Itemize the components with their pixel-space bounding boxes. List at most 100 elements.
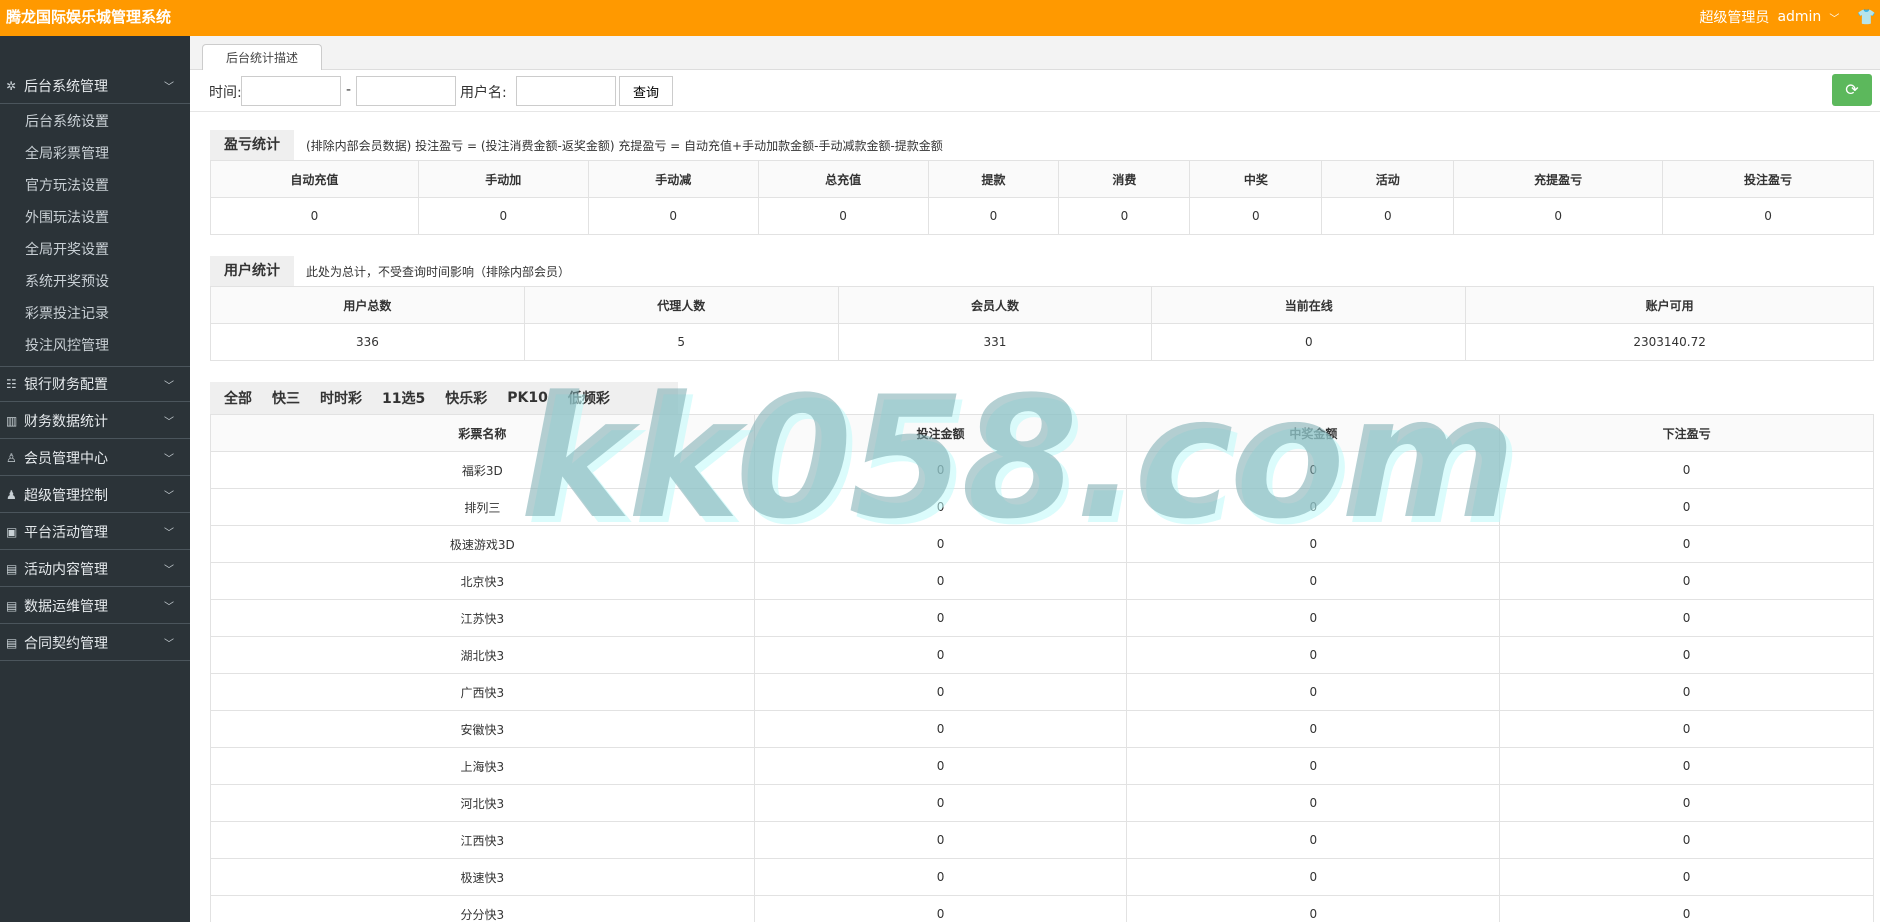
table-cell: 0 [753, 525, 1128, 563]
table-row: 分分快3 0 0 0 [210, 895, 1874, 922]
table-cell: 0 [1499, 599, 1874, 637]
tab-pk10[interactable]: PK10 [507, 390, 548, 406]
chevron-down-icon: ﹀ [164, 565, 174, 576]
tab-11x5[interactable]: 11选5 [382, 388, 425, 408]
username-input[interactable] [516, 76, 616, 106]
table-row: 0 0 0 0 0 0 0 0 0 0 [210, 197, 1874, 235]
sidebar-group-bank[interactable]: ☷ 银行财务配置 ﹀ [0, 366, 190, 402]
table-cell: 安徽快3 [210, 710, 755, 748]
table-cell: 0 [753, 673, 1128, 711]
sidebar-group-label: 合同契约管理 [24, 635, 108, 652]
table-cell: 0 [1126, 673, 1501, 711]
sidebar-group-system[interactable]: ✲ 后台系统管理 ﹀ [0, 68, 190, 104]
table-cell: 福彩3D [210, 451, 755, 489]
shirt-icon[interactable]: 👕 [1857, 8, 1876, 26]
table-cell: 0 [753, 747, 1128, 785]
table-cell: 广西快3 [210, 673, 755, 711]
table-row: 福彩3D 0 0 0 [210, 451, 1874, 489]
user-icon: ♙ [6, 450, 17, 465]
table-cell: 湖北快3 [210, 636, 755, 674]
table-cell: 0 [1126, 488, 1501, 526]
tab-bar: 后台统计描述 [190, 36, 1880, 71]
table-row: 北京快3 0 0 0 [210, 562, 1874, 600]
sidebar-item-risk-control[interactable]: 投注风控管理 [25, 330, 109, 362]
table-cell: 0 [210, 197, 419, 235]
gear-icon: ✲ [6, 78, 17, 93]
tab-stats-overview[interactable]: 后台统计描述 [202, 44, 322, 71]
table-row: 江苏快3 0 0 0 [210, 599, 1874, 637]
sidebar-item-bet-records[interactable]: 彩票投注记录 [25, 298, 109, 330]
table-row: 湖北快3 0 0 0 [210, 636, 1874, 674]
column-header: 用户总数 [210, 286, 525, 324]
user-menu[interactable]: 超级管理员 admin ﹀ 👕 [1699, 7, 1876, 27]
table-row: 上海快3 0 0 0 [210, 747, 1874, 785]
users-section-header: 用户统计 此处为总计，不受查询时间影响（排除内部会员） [210, 256, 570, 286]
chevron-down-icon: ﹀ [164, 82, 174, 93]
sidebar-item-draw-settings[interactable]: 全局开奖设置 [25, 234, 109, 266]
column-header: 下注盈亏 [1499, 414, 1874, 452]
column-header: 当前在线 [1151, 286, 1467, 324]
table-cell: 0 [1126, 451, 1501, 489]
refresh-button[interactable]: ⟳ [1832, 74, 1872, 106]
column-header: 投注金额 [753, 414, 1128, 452]
table-cell: 0 [1126, 747, 1501, 785]
table-header-row: 彩票名称 投注金额 中奖金额 下注盈亏 [210, 414, 1874, 452]
profit-section-note: (排除内部会员数据) 投注盈亏 = (投注消费金额-返奖金额) 充提盈亏 = 自… [306, 138, 943, 153]
filter-bar: 时间: - 用户名: 查询 [190, 70, 1880, 112]
users-section-note: 此处为总计，不受查询时间影响（排除内部会员） [306, 264, 571, 279]
sidebar-item-external-play[interactable]: 外围玩法设置 [25, 202, 109, 234]
admin-icon: ♟ [6, 487, 17, 502]
column-header: 中奖金额 [1126, 414, 1501, 452]
table-cell: 上海快3 [210, 747, 755, 785]
sidebar-group-contracts[interactable]: ▤ 合同契约管理 ﹀ [0, 625, 190, 661]
sidebar-item-system-settings[interactable]: 后台系统设置 [25, 106, 109, 138]
chevron-down-icon: ﹀ [164, 380, 174, 392]
table-cell: 0 [1499, 488, 1874, 526]
sidebar-group-finance[interactable]: ▥ 财务数据统计 ﹀ [0, 403, 190, 439]
table-cell: 0 [757, 197, 929, 235]
table-row: 江西快3 0 0 0 [210, 821, 1874, 859]
table-cell: 0 [1126, 858, 1501, 896]
sidebar-group-data-ops[interactable]: ▤ 数据运维管理 ﹀ [0, 588, 190, 624]
chevron-down-icon[interactable]: ﹀ [1829, 10, 1839, 25]
column-header: 中奖 [1189, 160, 1323, 198]
tab-ssc[interactable]: 时时彩 [320, 388, 362, 408]
username-label: 用户名: [460, 85, 507, 101]
sidebar-item-draw-preset[interactable]: 系统开奖预设 [25, 266, 109, 298]
lottery-type-tabs: 全部 快三 时时彩 11选5 快乐彩 PK10 低频彩 [210, 382, 678, 414]
table-cell: 0 [1126, 821, 1501, 859]
tab-low-freq[interactable]: 低频彩 [568, 388, 610, 408]
main-content: 后台统计描述 时间: - 用户名: 查询 ⟳ 盈亏统计 (排除内部会员数据) 投… [190, 36, 1880, 922]
table-cell: 0 [587, 197, 759, 235]
time-range-dash: - [346, 82, 352, 98]
end-time-input[interactable] [356, 76, 456, 106]
chart-icon: ▥ [6, 413, 18, 428]
column-header: 投注盈亏 [1662, 160, 1874, 198]
table-cell: 0 [753, 895, 1128, 922]
table-cell: 0 [1662, 197, 1874, 235]
tab-k3[interactable]: 快三 [272, 388, 300, 408]
start-time-input[interactable] [241, 76, 341, 106]
column-header: 活动 [1321, 160, 1455, 198]
chevron-down-icon: ﹀ [164, 528, 174, 539]
table-cell: 0 [1499, 858, 1874, 896]
query-button[interactable]: 查询 [619, 76, 673, 106]
tab-all[interactable]: 全部 [224, 388, 252, 408]
table-cell: 北京快3 [210, 562, 755, 600]
table-cell: 0 [753, 784, 1128, 822]
sidebar-group-members[interactable]: ♙ 会员管理中心 ﹀ [0, 440, 190, 476]
column-header: 代理人数 [523, 286, 839, 324]
column-header: 总充值 [757, 160, 929, 198]
table-cell: 0 [1321, 197, 1455, 235]
table-cell: 0 [1499, 821, 1874, 859]
sidebar-group-super-admin[interactable]: ♟ 超级管理控制 ﹀ [0, 477, 190, 513]
sidebar-item-official-play[interactable]: 官方玩法设置 [25, 170, 109, 202]
sidebar-group-activities[interactable]: ▣ 平台活动管理 ﹀ [0, 514, 190, 550]
sidebar-item-lottery-manage[interactable]: 全局彩票管理 [25, 138, 109, 170]
table-row: 安徽快3 0 0 0 [210, 710, 1874, 748]
sidebar-group-activity-content[interactable]: ▤ 活动内容管理 ﹀ [0, 551, 190, 587]
username[interactable]: admin [1777, 9, 1821, 25]
tab-klc[interactable]: 快乐彩 [445, 388, 487, 408]
user-role: 超级管理员 [1699, 10, 1770, 26]
table-cell: 0 [1499, 562, 1874, 600]
